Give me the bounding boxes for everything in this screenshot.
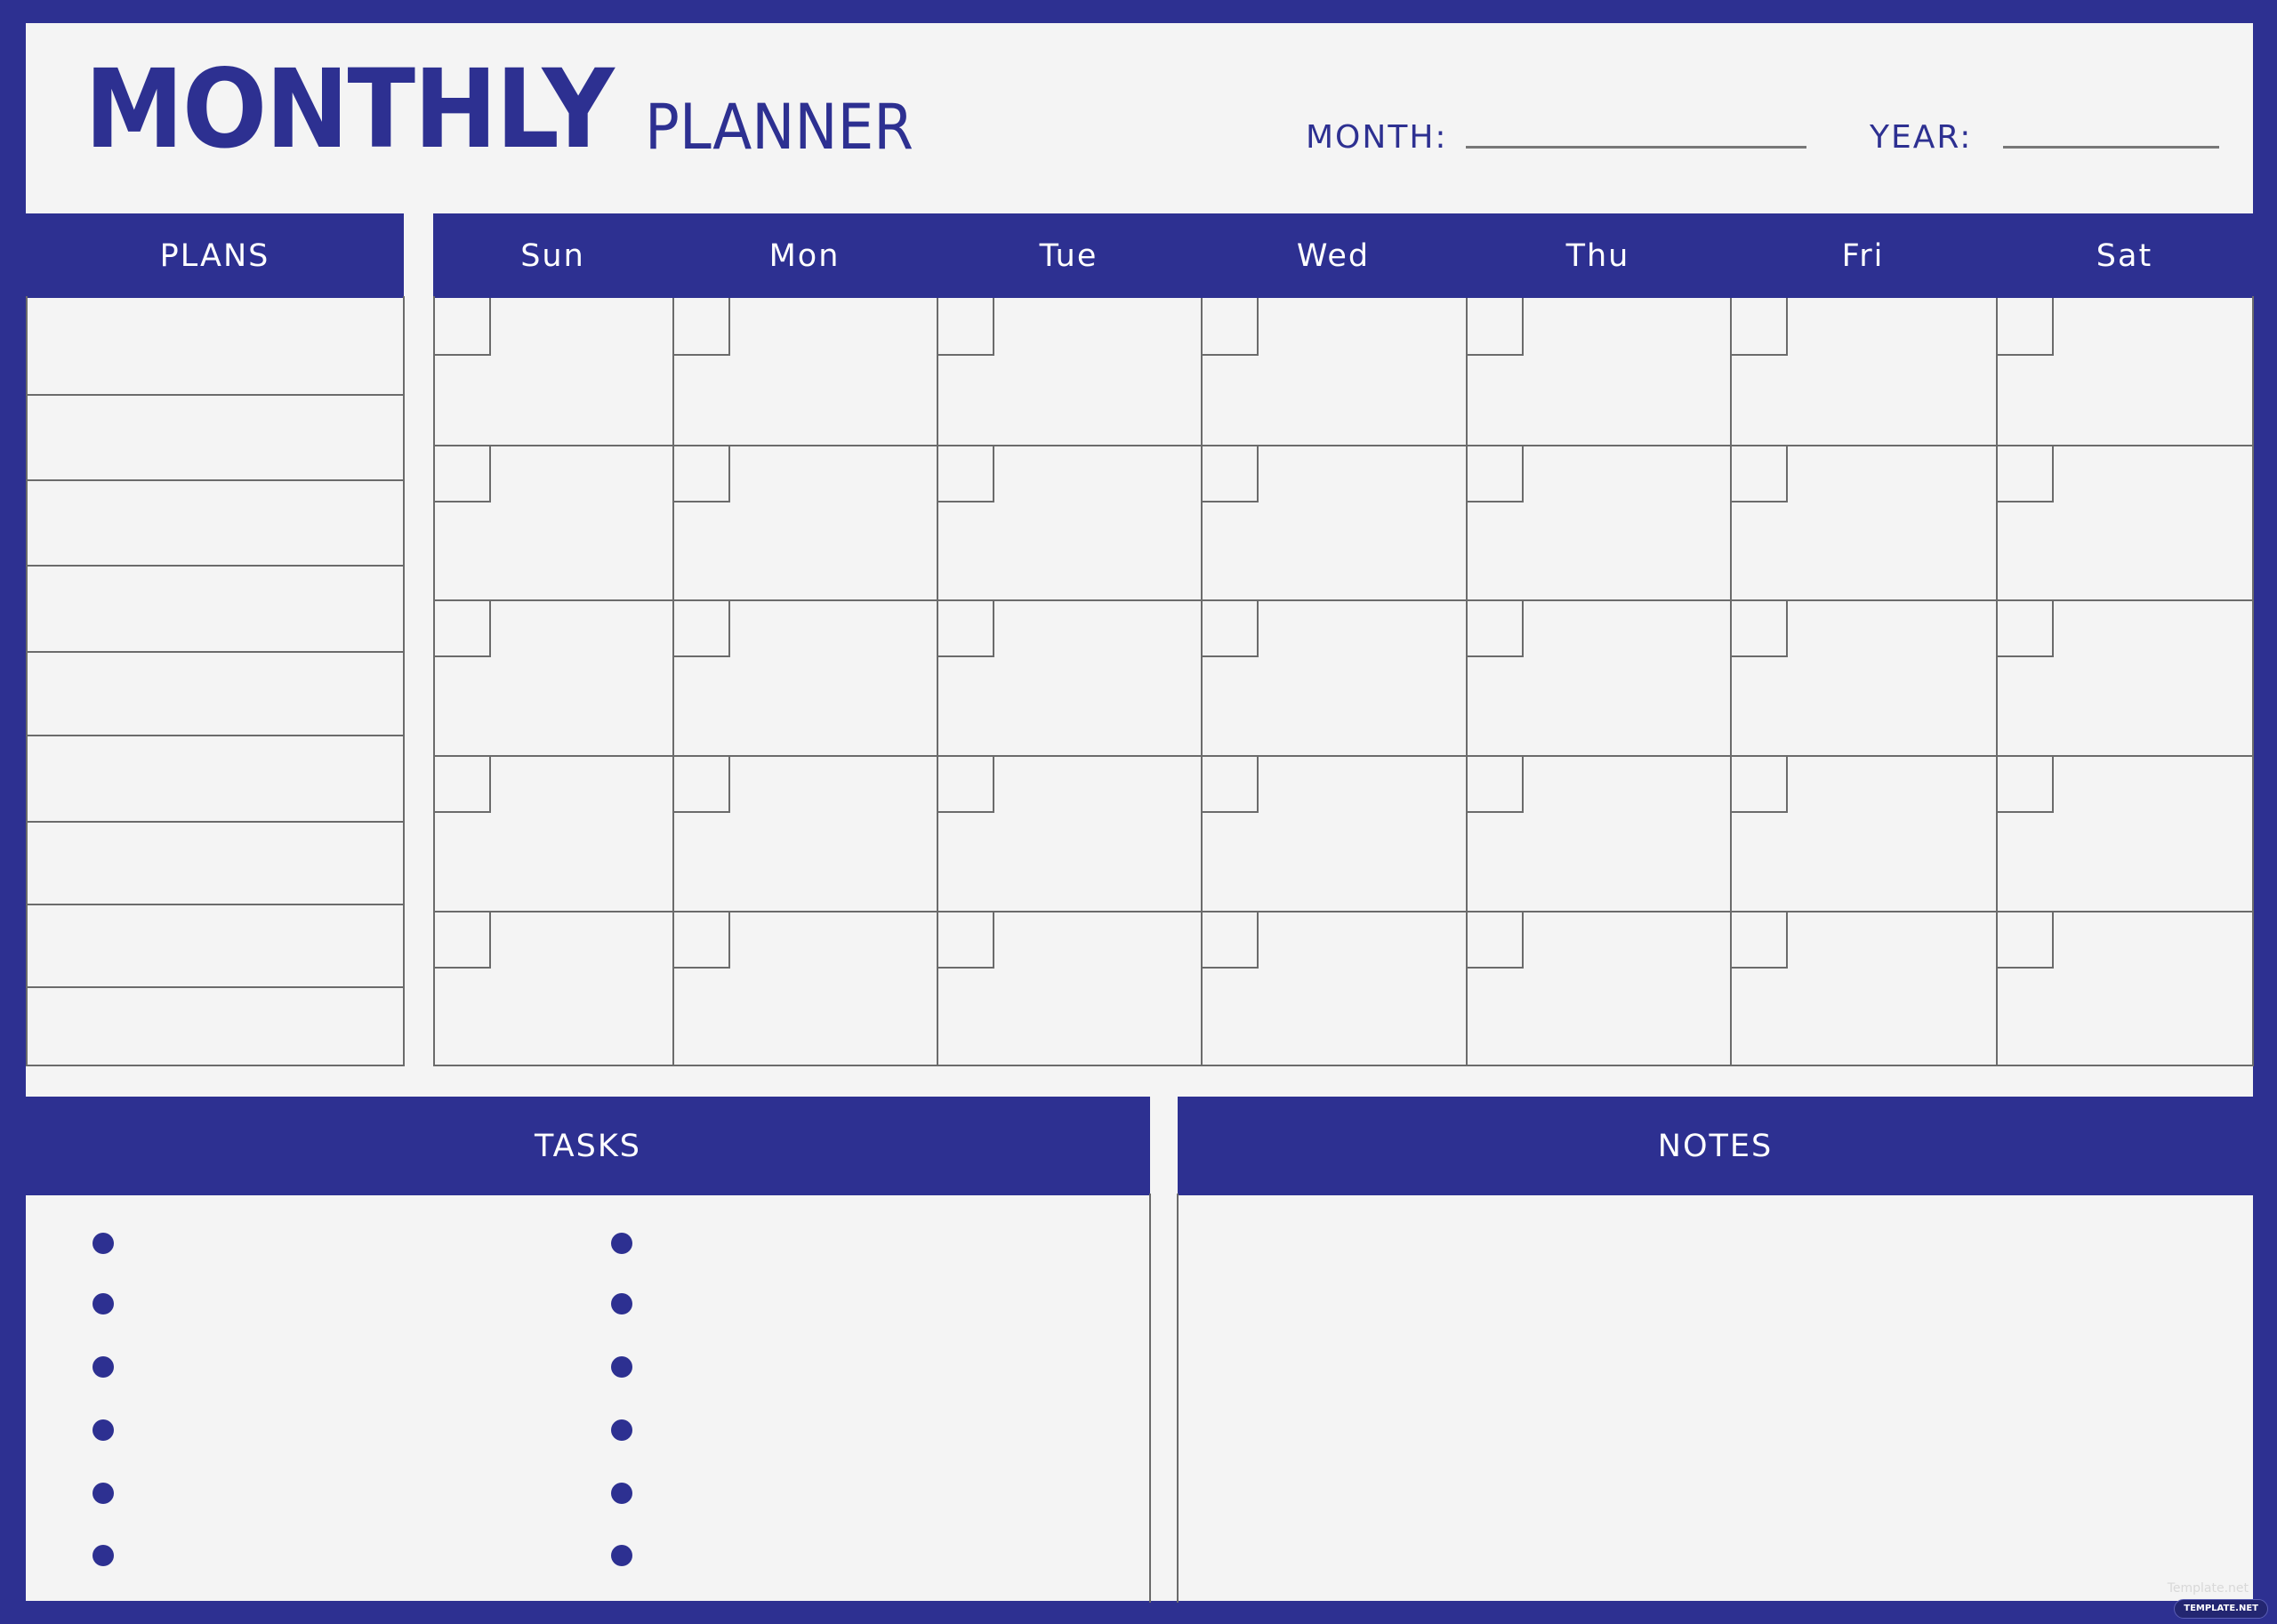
- day-header-thu: Thu: [1565, 237, 1630, 274]
- plans-header: PLANS: [26, 213, 404, 298]
- title-monthly: MONTHLY: [84, 46, 615, 173]
- date-number-box[interactable]: [1730, 599, 1788, 657]
- calendar-header: Sun Mon Tue Wed Thu Fri Sat: [433, 213, 2253, 298]
- task-bullet-icon: [611, 1545, 632, 1566]
- notes-area[interactable]: [1177, 1194, 2253, 1603]
- watermark-text: Template.net: [2167, 1581, 2249, 1596]
- task-bullet-icon: [93, 1293, 114, 1314]
- date-number-box[interactable]: [1201, 445, 1259, 502]
- tasks-header: TASKS: [26, 1097, 1150, 1195]
- date-number-box[interactable]: [1730, 755, 1788, 813]
- year-field[interactable]: [2003, 146, 2219, 149]
- date-number-box[interactable]: [1201, 911, 1259, 969]
- date-number-box[interactable]: [1466, 755, 1524, 813]
- date-number-box[interactable]: [672, 911, 730, 969]
- date-number-box[interactable]: [1201, 298, 1259, 356]
- date-number-box[interactable]: [672, 755, 730, 813]
- date-number-box[interactable]: [1466, 599, 1524, 657]
- date-number-box[interactable]: [433, 298, 491, 356]
- date-number-box[interactable]: [433, 445, 491, 502]
- plans-row-line: [26, 651, 405, 653]
- date-number-box[interactable]: [1730, 911, 1788, 969]
- date-number-box[interactable]: [1996, 599, 2054, 657]
- date-number-box[interactable]: [1996, 755, 2054, 813]
- task-bullet-icon: [611, 1483, 632, 1504]
- date-number-box[interactable]: [1201, 755, 1259, 813]
- task-bullet-icon: [611, 1356, 632, 1378]
- plans-title: PLANS: [159, 237, 270, 274]
- date-number-box[interactable]: [672, 599, 730, 657]
- date-number-box[interactable]: [1466, 445, 1524, 502]
- date-number-box[interactable]: [1996, 911, 2054, 969]
- task-bullet-icon: [93, 1545, 114, 1566]
- tasks-title: TASKS: [535, 1128, 641, 1164]
- task-bullet-icon: [93, 1356, 114, 1378]
- plans-row-line: [26, 986, 405, 988]
- title-planner: PLANNER: [645, 91, 914, 164]
- date-number-box[interactable]: [1466, 298, 1524, 356]
- date-number-box[interactable]: [1996, 445, 2054, 502]
- date-number-box[interactable]: [937, 755, 994, 813]
- task-bullet-icon: [93, 1233, 114, 1254]
- plans-row-line: [26, 565, 405, 567]
- task-bullet-icon: [611, 1293, 632, 1314]
- day-header-sun: Sun: [520, 237, 585, 274]
- day-header-wed: Wed: [1296, 237, 1371, 274]
- task-bullet-icon: [611, 1419, 632, 1441]
- date-number-box[interactable]: [1730, 445, 1788, 502]
- date-number-box[interactable]: [1201, 599, 1259, 657]
- date-number-box[interactable]: [433, 599, 491, 657]
- date-number-box[interactable]: [937, 445, 994, 502]
- plans-row-line: [26, 394, 405, 396]
- date-number-box[interactable]: [1730, 298, 1788, 356]
- date-number-box[interactable]: [433, 911, 491, 969]
- date-number-box[interactable]: [1996, 298, 2054, 356]
- task-bullet-icon: [611, 1233, 632, 1254]
- tasks-list: [26, 1194, 1151, 1603]
- date-number-box[interactable]: [937, 298, 994, 356]
- date-number-box[interactable]: [937, 599, 994, 657]
- notes-header: NOTES: [1178, 1097, 2253, 1195]
- day-header-fri: Fri: [1841, 237, 1885, 274]
- date-number-box[interactable]: [672, 298, 730, 356]
- month-field[interactable]: [1466, 146, 1806, 149]
- plans-list: [26, 296, 405, 1066]
- plans-row-line: [26, 735, 405, 736]
- year-label: YEAR:: [1870, 119, 1973, 156]
- template-badge: TEMPLATE.NET: [2174, 1599, 2268, 1619]
- date-number-box[interactable]: [672, 445, 730, 502]
- month-label: MONTH:: [1306, 119, 1448, 156]
- day-header-mon: Mon: [768, 237, 841, 274]
- plans-row-line: [26, 821, 405, 823]
- task-bullet-icon: [93, 1483, 114, 1504]
- plans-row-line: [26, 479, 405, 481]
- day-header-sat: Sat: [2096, 237, 2153, 274]
- date-number-box[interactable]: [1466, 911, 1524, 969]
- plans-row-line: [26, 904, 405, 905]
- day-header-tue: Tue: [1039, 237, 1098, 274]
- task-bullet-icon: [93, 1419, 114, 1441]
- date-number-box[interactable]: [433, 755, 491, 813]
- date-number-box[interactable]: [937, 911, 994, 969]
- notes-title: NOTES: [1657, 1128, 1774, 1164]
